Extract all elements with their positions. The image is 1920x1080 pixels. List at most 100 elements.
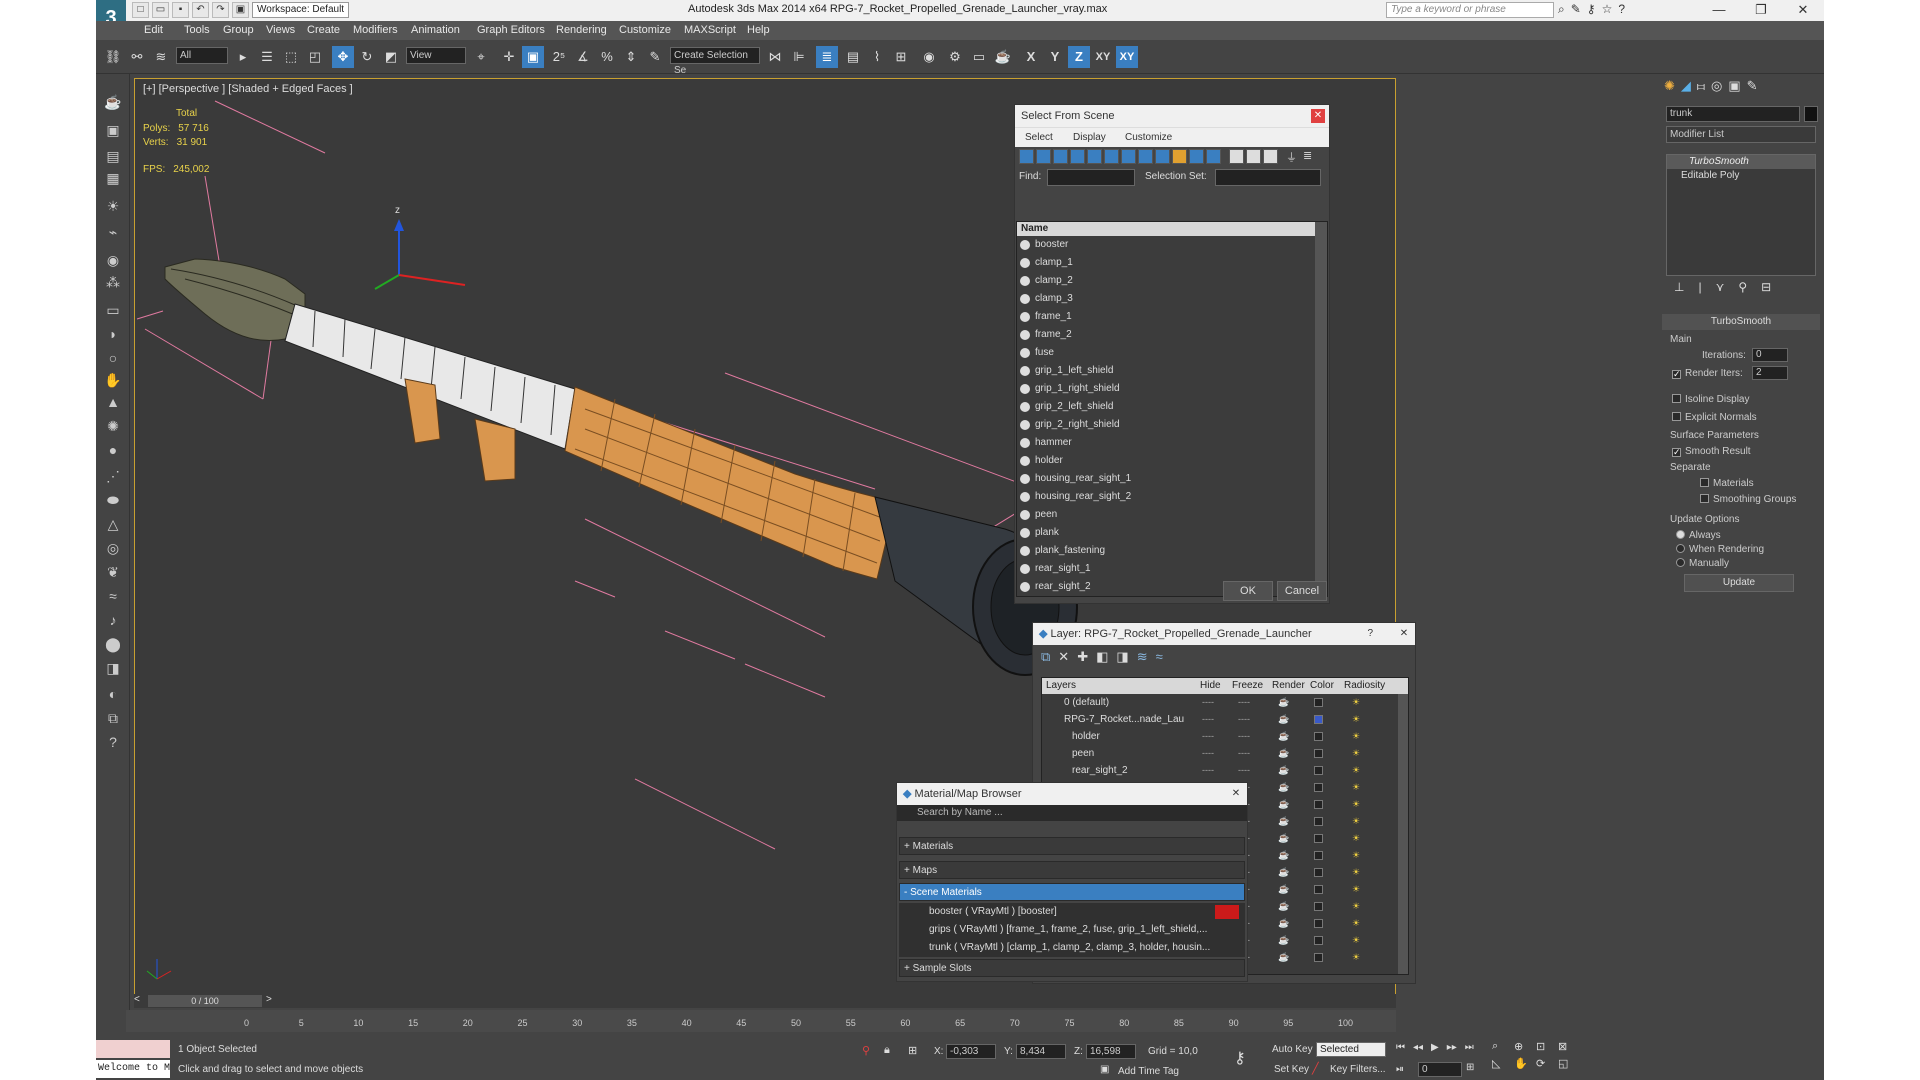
motion-tab-icon[interactable]: ◎ [1711,78,1722,93]
time-slider-next-icon[interactable]: > [266,994,272,1005]
sphere-icon[interactable]: ◗ [102,326,124,346]
table-row[interactable]: RPG-7_Rocket...nade_Lau ---- ---- ☕ ☀ [1042,711,1408,728]
sfs-filter-group-icon[interactable] [1121,149,1136,164]
select-by-name-icon[interactable]: ☰ [256,46,278,68]
hierarchy-tab-icon[interactable]: ⧦ [1697,78,1705,93]
list-item[interactable]: grip_1_left_shield [1017,362,1327,380]
named-selection-set-dropdown[interactable]: Create Selection Se [670,47,760,76]
color-swatch[interactable] [1314,919,1323,928]
key-selection-dropdown[interactable]: Selected [1316,1042,1386,1057]
render-teapot-icon[interactable]: ☕ [1278,796,1289,813]
absolute-mode-icon[interactable]: ⊞ [908,1044,917,1057]
list-item[interactable]: grips ( VRayMtl ) [frame_1, frame_2, fus… [899,921,1245,939]
menu-animation[interactable]: Animation [411,24,460,36]
sfs-menu-select[interactable]: Select [1025,128,1053,148]
copy-icon[interactable]: ⧉ [102,710,124,730]
sun-icon[interactable]: ✺ [102,418,124,438]
go-to-start-icon[interactable]: ⏮ [1396,1042,1405,1053]
object-name-field[interactable]: trunk [1666,106,1800,122]
selection-filter-dropdown[interactable]: All [176,47,228,64]
binoculars-icon[interactable]: ⌕ [1558,2,1565,17]
col-layers[interactable]: Layers [1046,680,1076,691]
rectangular-selection-icon[interactable]: ⬚ [280,46,302,68]
freeze-cell[interactable]: ---- [1238,694,1250,711]
update-always-option[interactable]: Always [1676,530,1721,541]
color-swatch[interactable] [1314,834,1323,843]
radiosity-icon[interactable]: ☀ [1352,745,1360,762]
table-row[interactable]: peen ---- ---- ☕ ☀ [1042,745,1408,762]
sfs-scrollbar[interactable] [1315,222,1327,596]
col-color[interactable]: Color [1310,680,1334,691]
prev-frame-icon[interactable]: ◂◂ [1413,1042,1423,1053]
menu-group[interactable]: Group [223,24,254,36]
menu-rendering[interactable]: Rendering [556,24,607,36]
tools-icon[interactable]: ✎ [1571,2,1581,17]
grid-icon[interactable]: ⋰ [102,468,124,488]
radiosity-icon[interactable]: ☀ [1352,898,1360,915]
angle-snap-icon[interactable]: ∡ [572,46,594,68]
maximize-viewport-icon[interactable]: ◱ [1558,1057,1576,1070]
modify-tab-icon[interactable]: ◢ [1681,78,1691,93]
menu-help[interactable]: Help [747,24,770,36]
table-row[interactable]: holder ---- ---- ☕ ☀ [1042,728,1408,745]
select-object-icon[interactable]: ▸ [232,46,254,68]
radiosity-icon[interactable]: ☀ [1352,932,1360,949]
schematic-view-icon[interactable]: ⊞ [890,46,912,68]
render-teapot-icon[interactable]: ☕ [1278,728,1289,745]
menu-tools[interactable]: Tools [184,24,210,36]
link-icon[interactable]: ⛓ [102,46,124,68]
col-radiosity[interactable]: Radiosity [1344,680,1385,691]
light-icon[interactable]: ☀ [102,198,124,218]
render-teapot-icon[interactable]: ☕ [1278,915,1289,932]
list-item[interactable]: peen [1017,506,1327,524]
sfs-name-column-header[interactable]: Name [1017,222,1327,236]
list-item[interactable]: plank_fastening [1017,542,1327,560]
layer-delete-icon[interactable]: ✕ [1058,649,1069,665]
set-key-icon[interactable]: ⚷ [1234,1048,1246,1068]
render-teapot-icon[interactable]: ☕ [1278,847,1289,864]
color-swatch[interactable] [1314,851,1323,860]
new-file-icon[interactable]: □ [132,2,149,18]
sfs-menu-customize[interactable]: Customize [1125,128,1172,148]
color-swatch[interactable] [1314,800,1323,809]
zoom-all-icon[interactable]: ⊕ [1514,1040,1532,1053]
select-and-scale-icon[interactable]: ◩ [380,46,402,68]
rollout-header[interactable]: TurboSmooth [1662,314,1820,330]
radiosity-icon[interactable]: ☀ [1352,762,1360,779]
window-crossing-icon[interactable]: ◰ [304,46,326,68]
fov-icon[interactable]: ◺ [1492,1057,1510,1070]
color-swatch[interactable] [1314,715,1323,724]
render-teapot-icon[interactable]: ☕ [1278,813,1289,830]
track-bar[interactable]: 0 5 10 15 20 25 30 35 40 45 50 55 60 65 70 75 80 85 90 95 10… [126,1010,1396,1032]
radiosity-icon[interactable]: ☀ [1352,728,1360,745]
render-teapot-icon[interactable]: ☕ [1278,694,1289,711]
radiosity-icon[interactable]: ☀ [1352,864,1360,881]
ball-icon[interactable]: ⬤ [102,636,124,656]
radiosity-icon[interactable]: ☀ [1352,949,1360,966]
render-teapot-icon[interactable]: ☕ [1278,898,1289,915]
pill-icon[interactable]: ⬬ [102,492,124,512]
hide-cell[interactable]: ---- [1202,694,1214,711]
utilities-tab-icon[interactable]: ✎ [1747,78,1758,93]
sfs-object-list[interactable]: Name booster clamp_1 clamp_2 clamp_3 fra… [1016,221,1328,597]
mb-section-scene-materials[interactable]: - Scene Materials [899,883,1245,901]
mb-section-maps[interactable]: + Maps [899,861,1245,879]
next-frame-icon[interactable]: ▸▸ [1447,1042,1457,1053]
separate-smoothing-option[interactable]: Smoothing Groups [1700,494,1796,505]
freeze-cell[interactable]: ---- [1238,745,1250,762]
color-swatch[interactable] [1314,868,1323,877]
col-freeze[interactable]: Freeze [1232,680,1263,691]
unlink-icon[interactable]: ⚯ [126,46,148,68]
sfs-filter-funnel-icon[interactable]: ⏚ [1286,149,1301,164]
sfs-filter-none-icon[interactable] [1189,149,1204,164]
sfs-filter-camera-icon[interactable] [1070,149,1085,164]
lock-icon[interactable]: ⚲ [862,1044,870,1057]
close-icon[interactable]: ✕ [1782,0,1824,21]
circle-icon[interactable]: ○ [102,350,124,370]
list-item[interactable]: hammer [1017,434,1327,452]
maximize-icon[interactable]: ❐ [1740,0,1782,21]
sfs-options-icon[interactable]: ≣ [1303,149,1318,164]
list-item[interactable]: frame_1 [1017,308,1327,326]
isoline-display-option[interactable]: Isoline Display [1672,394,1749,405]
sfs-display-tree-icon[interactable] [1246,149,1261,164]
